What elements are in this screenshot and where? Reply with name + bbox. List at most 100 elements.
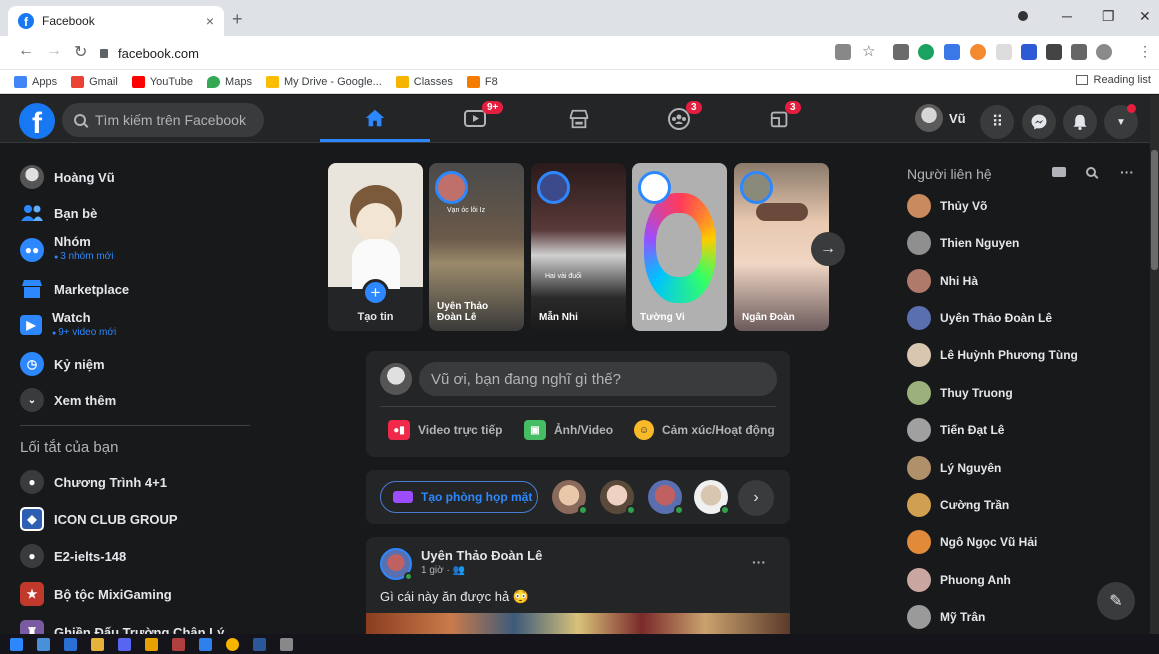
live-video-button[interactable]: ●▮ Video trực tiếp: [388, 420, 503, 440]
facebook-logo[interactable]: f: [19, 103, 55, 139]
vscode-icon[interactable]: [199, 637, 212, 651]
tab-close-button[interactable]: ×: [206, 13, 214, 29]
bookmark-gmail[interactable]: Gmail: [71, 75, 118, 88]
story-card[interactable]: Hai vài đuối Mẫn Nhi: [531, 163, 626, 331]
sidebar-item-see-more[interactable]: ⌄ Xem thêm: [20, 388, 116, 412]
rooms-next-button[interactable]: ›: [738, 480, 774, 516]
shortcut-item[interactable]: ● Chương Trình 4+1: [20, 470, 167, 494]
bookmark-apps[interactable]: Apps: [14, 75, 57, 88]
status-input[interactable]: Vũ ơi, bạn đang nghĩ gì thế?: [419, 362, 777, 396]
sidebar-item-watch[interactable]: ▶ Watch9+ video mới: [20, 310, 116, 338]
extension-icon[interactable]: [1021, 44, 1037, 60]
sidebar-item-friends[interactable]: Bạn bè: [20, 201, 97, 225]
paint-icon[interactable]: [280, 637, 293, 651]
reload-button[interactable]: ↻: [74, 42, 87, 62]
bookmark-classes[interactable]: Classes: [395, 75, 453, 88]
contact-item[interactable]: Phuong Anh: [907, 568, 1011, 592]
chrome-icon[interactable]: [226, 637, 239, 651]
contact-item[interactable]: Nhi Hà: [907, 269, 978, 293]
contact-item[interactable]: Thien Nguyen: [907, 231, 1019, 255]
notifications-button[interactable]: [1063, 105, 1097, 139]
messenger-button[interactable]: [1022, 105, 1056, 139]
shortcut-item[interactable]: ◆ ICON CLUB GROUP: [20, 507, 178, 531]
queue-icon[interactable]: [1071, 44, 1087, 60]
contact-item[interactable]: Mỹ Trân: [907, 605, 985, 629]
back-button[interactable]: ←: [18, 42, 34, 60]
contact-item[interactable]: Lê Huỳnh Phương Tùng: [907, 343, 1078, 367]
avatar[interactable]: [694, 480, 730, 515]
post-author[interactable]: Uyên Thảo Đoàn Lê: [421, 548, 542, 563]
tab-watch[interactable]: 9+: [420, 96, 530, 142]
tab-groups[interactable]: 3: [624, 96, 734, 142]
avatar[interactable]: [552, 480, 588, 515]
tab-marketplace[interactable]: [524, 96, 634, 142]
tab-home[interactable]: [320, 96, 430, 142]
online-indicator: [674, 505, 684, 515]
avatar[interactable]: [1096, 44, 1112, 60]
bookmark-f8[interactable]: F8: [466, 75, 498, 88]
sidebar-item-memories[interactable]: ◷ Kỷ niệm: [20, 352, 105, 376]
video-call-button[interactable]: [1052, 164, 1066, 180]
sidebar-item-marketplace[interactable]: Marketplace: [20, 277, 129, 301]
contact-item[interactable]: Ngô Ngọc Vũ Hải: [907, 530, 1037, 554]
windows-start-icon[interactable]: [10, 637, 23, 651]
extension-icon[interactable]: [970, 44, 986, 60]
post-timestamp[interactable]: 1 giờ · 👥: [421, 565, 465, 576]
bookmark-maps[interactable]: Maps: [207, 75, 252, 88]
discord-icon[interactable]: [118, 637, 131, 651]
extension-icon[interactable]: [944, 44, 960, 60]
bookmark-star-icon[interactable]: ☆: [862, 42, 875, 60]
profile-dot-icon[interactable]: [1018, 11, 1028, 21]
browser-tab[interactable]: f Facebook ×: [8, 6, 224, 36]
contact-item[interactable]: Thuy Truong: [907, 381, 1013, 405]
contact-item[interactable]: Lý Nguyên: [907, 456, 1001, 480]
menu-grid-button[interactable]: ⠿: [980, 105, 1014, 139]
taskbar-app-icon[interactable]: [145, 637, 158, 651]
shortcut-item[interactable]: ● E2-ielts-148: [20, 544, 126, 568]
avatar[interactable]: [648, 480, 684, 515]
search-input[interactable]: Tìm kiếm trên Facebook: [62, 103, 264, 137]
scrollbar-thumb[interactable]: [1151, 150, 1158, 270]
contacts-more-button[interactable]: ···: [1120, 164, 1134, 180]
story-card[interactable]: Tường Vi: [632, 163, 727, 331]
tab-gaming[interactable]: 3: [725, 96, 835, 142]
taskbar-app-icon[interactable]: [37, 637, 50, 651]
extension-icon[interactable]: [996, 44, 1012, 60]
shortcut-item[interactable]: ★ Bộ tộc MixiGaming: [20, 582, 172, 606]
profile-button[interactable]: Vũ: [915, 104, 966, 132]
reading-list-button[interactable]: Reading list: [1075, 74, 1151, 86]
contacts-search-button[interactable]: [1086, 164, 1105, 180]
post-more-button[interactable]: ···: [752, 554, 766, 570]
stories-next-button[interactable]: →: [811, 232, 845, 266]
bookmark-youtube[interactable]: YouTube: [131, 75, 193, 88]
extension-icon[interactable]: [893, 44, 909, 60]
new-message-button[interactable]: ✎: [1097, 582, 1135, 620]
new-tab-button[interactable]: +: [232, 9, 243, 30]
sidebar-item-groups[interactable]: ●● Nhóm3 nhóm mới: [20, 234, 113, 262]
taskbar-app-icon[interactable]: [172, 637, 185, 651]
avatar[interactable]: [600, 480, 636, 515]
forward-button[interactable]: →: [46, 42, 62, 60]
translate-icon[interactable]: [835, 44, 851, 60]
restore-button[interactable]: ❐: [1102, 8, 1115, 25]
word-icon[interactable]: [253, 637, 266, 651]
story-card[interactable]: Vạn óc lôi Iz Uyên Thảo Đoàn Lê: [429, 163, 524, 331]
create-story-card[interactable]: + Tạo tin: [328, 163, 423, 331]
minimize-button[interactable]: ─: [1062, 8, 1072, 24]
contact-item[interactable]: Thủy Võ: [907, 194, 987, 218]
feeling-activity-button[interactable]: ☺ Cảm xúc/Hoạt động: [634, 420, 775, 440]
contact-item[interactable]: Uyên Thảo Đoàn Lê: [907, 306, 1052, 330]
grammarly-icon[interactable]: [918, 44, 934, 60]
contact-item[interactable]: Cường Trần: [907, 493, 1009, 517]
url-field[interactable]: facebook.com: [100, 41, 820, 65]
photo-video-button[interactable]: ▣ Ảnh/Video: [524, 420, 613, 440]
file-explorer-icon[interactable]: [91, 637, 104, 651]
sidebar-item-profile[interactable]: Hoàng Vũ: [20, 165, 115, 189]
close-window-button[interactable]: ✕: [1139, 8, 1151, 25]
puzzle-icon[interactable]: [1046, 44, 1062, 60]
create-room-button[interactable]: Tạo phòng họp mặt: [380, 481, 538, 513]
bookmark-drive[interactable]: My Drive - Google...: [265, 75, 382, 88]
menu-icon[interactable]: ⋮: [1138, 43, 1152, 60]
taskbar-app-icon[interactable]: [64, 637, 77, 651]
contact-item[interactable]: Tiến Đạt Lê: [907, 418, 1004, 442]
